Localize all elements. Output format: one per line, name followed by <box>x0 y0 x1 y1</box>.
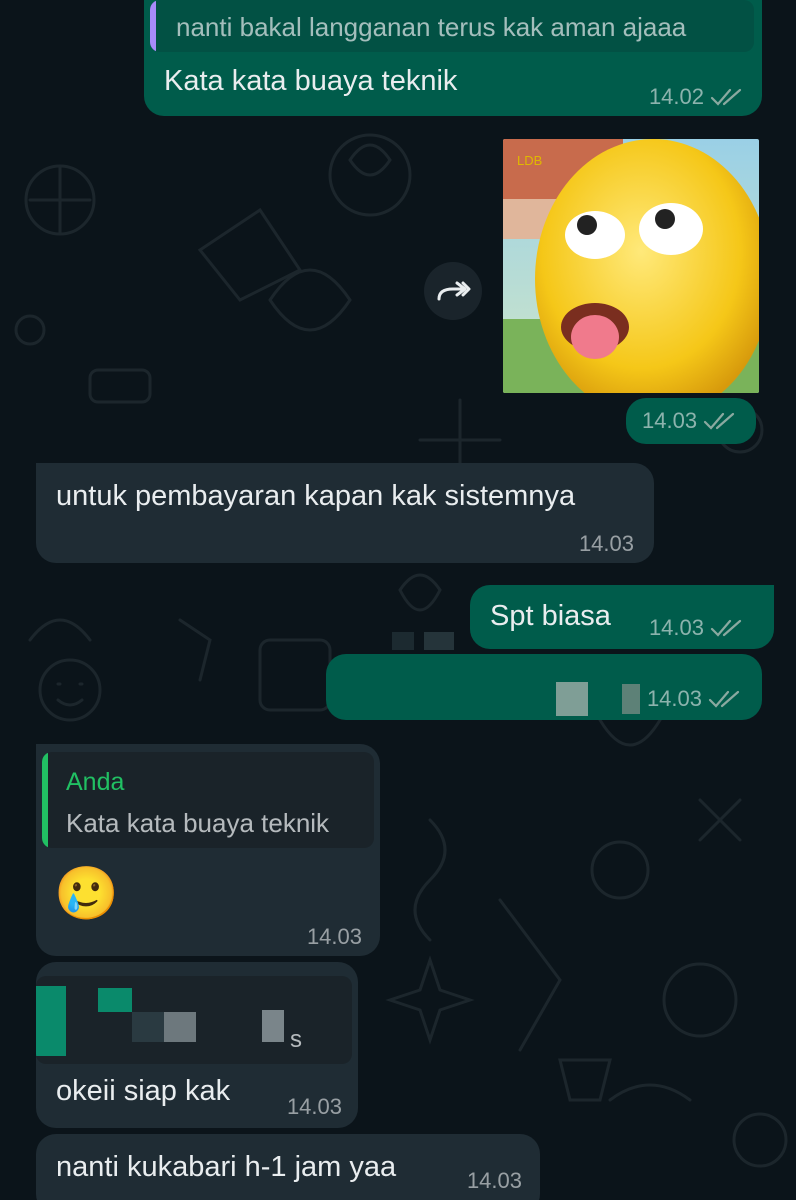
message-bubble-outgoing[interactable]: Spt biasa 14.03 <box>470 585 774 649</box>
message-time: 14.03 <box>286 1094 342 1119</box>
message-bubble-outgoing[interactable]: 14.03 <box>326 654 762 720</box>
message-bubble-incoming[interactable]: nanti kukabari h-1 jam yaa 14.03 <box>36 1134 540 1200</box>
redacted-block <box>622 684 640 714</box>
message-bubble-outgoing[interactable]: 14.03 <box>626 398 756 444</box>
redacted-block <box>424 632 454 650</box>
redacted-block <box>164 1012 196 1042</box>
message-meta: 14.03 <box>467 1168 522 1194</box>
message-time: 14.03 <box>466 1168 522 1193</box>
message-text: untuk pembayaran kapan kak sistemnya <box>56 480 576 512</box>
read-ticks-icon <box>703 411 737 431</box>
message-meta: 14.03 <box>642 408 737 434</box>
message-bubble-incoming[interactable]: untuk pembayaran kapan kak sistemnya 14.… <box>36 463 654 563</box>
read-ticks-icon <box>708 689 742 709</box>
message-meta: 14.03 <box>647 686 742 712</box>
message-bubble-incoming[interactable]: s okeii siap kak 14.03 <box>36 962 358 1128</box>
sticker-image[interactable]: LDB <box>503 139 759 393</box>
quote-accent-bar <box>42 752 48 848</box>
message-time: 14.03 <box>306 924 362 949</box>
message-text: Kata kata buaya teknik <box>164 65 458 97</box>
quoted-text: Kata kata buaya teknik <box>66 808 330 838</box>
forward-button[interactable] <box>424 262 482 320</box>
message-text: Spt biasa <box>490 600 611 632</box>
message-time: 14.03 <box>578 531 634 556</box>
quoted-text: nanti bakal langganan terus kak aman aja… <box>176 12 687 42</box>
quoted-text: s <box>290 1026 302 1053</box>
redacted-block <box>98 988 132 1012</box>
quoted-message[interactable]: Anda Kata kata buaya teknik <box>42 752 374 848</box>
redacted-block <box>556 682 588 716</box>
quoted-message[interactable]: nanti bakal langganan terus kak aman aja… <box>150 0 754 52</box>
redacted-block <box>132 1012 164 1042</box>
read-ticks-icon <box>710 618 744 638</box>
svg-text:LDB: LDB <box>517 153 542 168</box>
forward-icon <box>437 281 471 301</box>
message-bubble-outgoing[interactable]: nanti bakal langganan terus kak aman aja… <box>144 0 762 116</box>
message-meta: 14.03 <box>579 531 634 557</box>
read-ticks-icon <box>710 87 744 107</box>
message-meta: 14.03 <box>307 924 362 950</box>
quote-accent-bar <box>36 986 66 1056</box>
redacted-block <box>262 1010 284 1042</box>
message-meta: 14.02 <box>649 84 744 110</box>
message-time: 14.03 <box>646 686 702 711</box>
message-time: 14.03 <box>642 408 698 433</box>
quote-accent-bar <box>150 0 156 52</box>
message-meta: 14.03 <box>287 1094 342 1120</box>
quoted-message[interactable]: s <box>36 976 352 1064</box>
quoted-author: Anda <box>66 768 125 796</box>
message-time: 14.03 <box>648 615 704 640</box>
message-text: nanti kukabari h-1 jam yaa <box>56 1151 397 1183</box>
message-bubble-incoming[interactable]: Anda Kata kata buaya teknik 🥲 14.03 <box>36 744 380 956</box>
redacted-block <box>392 632 414 650</box>
message-meta: 14.03 <box>649 615 744 641</box>
message-time: 14.02 <box>648 84 704 109</box>
emoji-message: 🥲 <box>54 865 119 923</box>
message-text: okeii siap kak <box>56 1075 231 1107</box>
